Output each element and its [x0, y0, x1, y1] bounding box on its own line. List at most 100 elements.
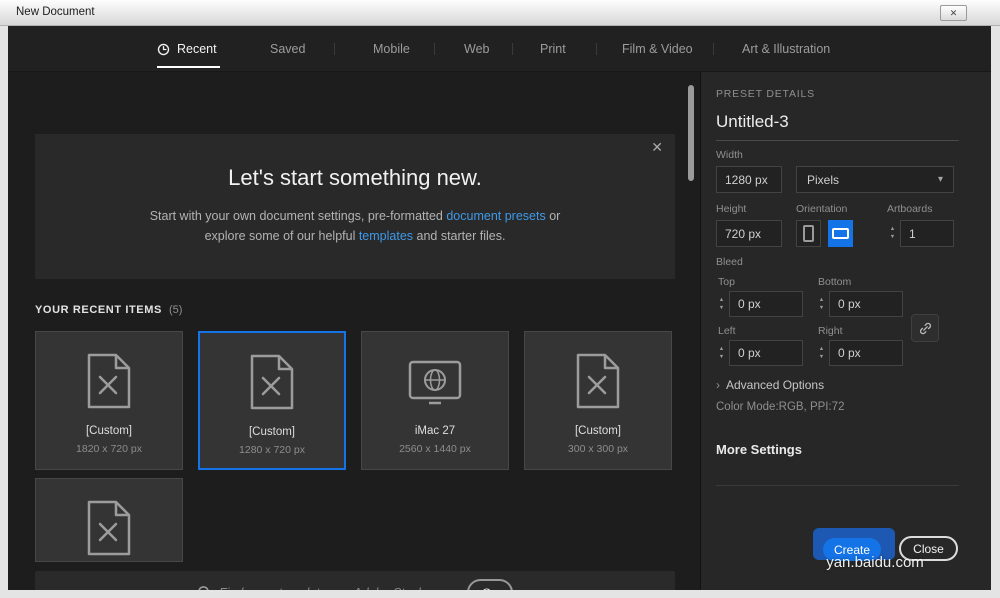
width-label: Width	[716, 149, 743, 161]
document-icon	[249, 354, 295, 415]
tab-label: Print	[540, 42, 566, 56]
divider	[716, 485, 959, 486]
tab-bar: Recent Saved Mobile Web Print Film & Vid…	[8, 26, 991, 72]
vertical-scrollbar-thumb[interactable]	[688, 85, 694, 181]
window-close-icon: ✕	[949, 7, 958, 18]
recent-items-heading: YOUR RECENT ITEMS (5)	[35, 304, 182, 316]
preset-details-panel: PRESET DETAILS Untitled-3 Width Pixels ▾…	[700, 72, 991, 590]
preset-details-heading: PRESET DETAILS	[716, 88, 815, 100]
landscape-icon	[832, 228, 849, 239]
bleed-link-values-button[interactable]	[911, 314, 939, 342]
tab-art-illustration[interactable]: Art & Illustration	[742, 40, 830, 58]
advanced-options-toggle[interactable]: › Advanced Options	[716, 378, 824, 392]
tab-label: Mobile	[373, 42, 410, 56]
recent-item-card-selected[interactable]: [Custom] 1280 x 720 px	[198, 331, 346, 470]
monitor-globe-icon	[408, 360, 462, 411]
step-up-icon[interactable]: ▲	[716, 346, 727, 352]
search-icon	[197, 585, 213, 590]
main-panel: ✕ Let's start something new. Start with …	[8, 72, 700, 590]
watermark: yan.baidu.com	[826, 554, 924, 571]
artboards-stepper: ▲ ▼	[887, 220, 898, 247]
width-input[interactable]	[716, 166, 782, 193]
bleed-left-label: Left	[718, 325, 736, 337]
tab-label: Web	[464, 42, 490, 56]
bleed-left-stepper: ▲ ▼	[716, 340, 727, 366]
card-size: 1280 x 720 px	[239, 444, 305, 456]
orientation-landscape-button[interactable]	[828, 220, 853, 247]
banner-close-button[interactable]: ✕	[651, 139, 663, 156]
tab-print[interactable]: Print	[540, 40, 566, 58]
units-dropdown[interactable]: Pixels ▾	[796, 166, 954, 193]
more-settings-button[interactable]: More Settings	[716, 442, 802, 457]
bleed-right-input[interactable]	[829, 340, 903, 366]
bleed-top-stepper: ▲ ▼	[716, 291, 727, 317]
recent-item-card[interactable]: [Custom] 300 x 300 px	[524, 331, 672, 470]
tab-label: Film & Video	[622, 42, 693, 56]
orientation-portrait-button[interactable]	[796, 220, 821, 247]
recent-item-card[interactable]: [Custom] 1820 x 720 px	[35, 331, 183, 470]
templates-link[interactable]: templates	[359, 229, 413, 243]
step-up-icon[interactable]: ▲	[887, 226, 898, 232]
banner-text: and starter files.	[413, 229, 506, 243]
bleed-right-stepper: ▲ ▼	[816, 340, 827, 366]
go-button[interactable]: Go	[467, 579, 513, 590]
step-down-icon[interactable]: ▼	[887, 234, 898, 240]
height-label: Height	[716, 203, 747, 215]
portrait-icon	[803, 225, 814, 242]
divider	[716, 140, 959, 141]
bleed-top-input[interactable]	[729, 291, 803, 317]
card-size: 300 x 300 px	[567, 443, 629, 455]
chevron-down-icon: ▾	[937, 174, 943, 185]
recent-items-count: (5)	[168, 304, 183, 316]
card-size: 1820 x 720 px	[76, 443, 142, 455]
bleed-label: Bleed	[716, 256, 743, 268]
document-icon	[86, 353, 132, 414]
artboards-label: Artboards	[887, 203, 933, 215]
card-name: [Custom]	[574, 425, 621, 437]
tab-label: Recent	[177, 42, 217, 56]
step-up-icon[interactable]: ▲	[716, 297, 727, 303]
document-icon	[575, 353, 621, 414]
tab-mobile[interactable]: Mobile	[373, 40, 410, 58]
units-value: Pixels	[807, 172, 840, 187]
document-presets-link[interactable]: document presets	[446, 209, 545, 223]
recent-item-card[interactable]	[35, 478, 183, 562]
recent-item-card[interactable]: iMac 27 2560 x 1440 px	[361, 331, 509, 470]
bleed-bottom-input[interactable]	[829, 291, 903, 317]
tab-separator	[512, 43, 513, 55]
tab-film-video[interactable]: Film & Video	[622, 40, 693, 58]
window-close-button[interactable]: ✕	[940, 5, 967, 21]
clock-icon	[157, 43, 170, 55]
tab-label: Art & Illustration	[742, 42, 831, 56]
card-name: iMac 27	[414, 425, 456, 437]
step-up-icon[interactable]: ▲	[816, 346, 827, 352]
advanced-options-label: Advanced Options	[726, 378, 825, 392]
tab-label: Saved	[270, 42, 306, 56]
search-input[interactable]	[219, 571, 469, 590]
close-icon: ✕	[651, 139, 663, 155]
artboards-input[interactable]	[900, 220, 954, 247]
document-icon	[86, 500, 132, 561]
step-down-icon[interactable]: ▼	[716, 305, 727, 311]
tab-separator	[334, 43, 335, 55]
tab-recent[interactable]: Recent	[157, 40, 217, 58]
bleed-left-input[interactable]	[729, 340, 803, 366]
window-titlebar: New Document ✕	[0, 0, 1000, 26]
welcome-banner: ✕ Let's start something new. Start with …	[35, 134, 675, 279]
bleed-top-label: Top	[718, 276, 735, 288]
banner-text: Start with your own document settings, p…	[149, 209, 447, 223]
adobe-stock-search-bar: Go	[35, 571, 675, 590]
height-input[interactable]	[716, 220, 782, 247]
step-down-icon[interactable]: ▼	[816, 354, 827, 360]
step-down-icon[interactable]: ▼	[716, 354, 727, 360]
tab-saved[interactable]: Saved	[270, 40, 305, 58]
new-document-dialog: Recent Saved Mobile Web Print Film & Vid…	[8, 26, 991, 590]
card-name: [Custom]	[85, 425, 132, 437]
tab-separator	[434, 43, 435, 55]
step-up-icon[interactable]: ▲	[816, 297, 827, 303]
tab-web[interactable]: Web	[464, 40, 489, 58]
document-name-field[interactable]: Untitled-3	[716, 112, 789, 132]
chain-link-icon	[919, 322, 931, 334]
card-size: 2560 x 1440 px	[399, 443, 471, 455]
step-down-icon[interactable]: ▼	[816, 305, 827, 311]
